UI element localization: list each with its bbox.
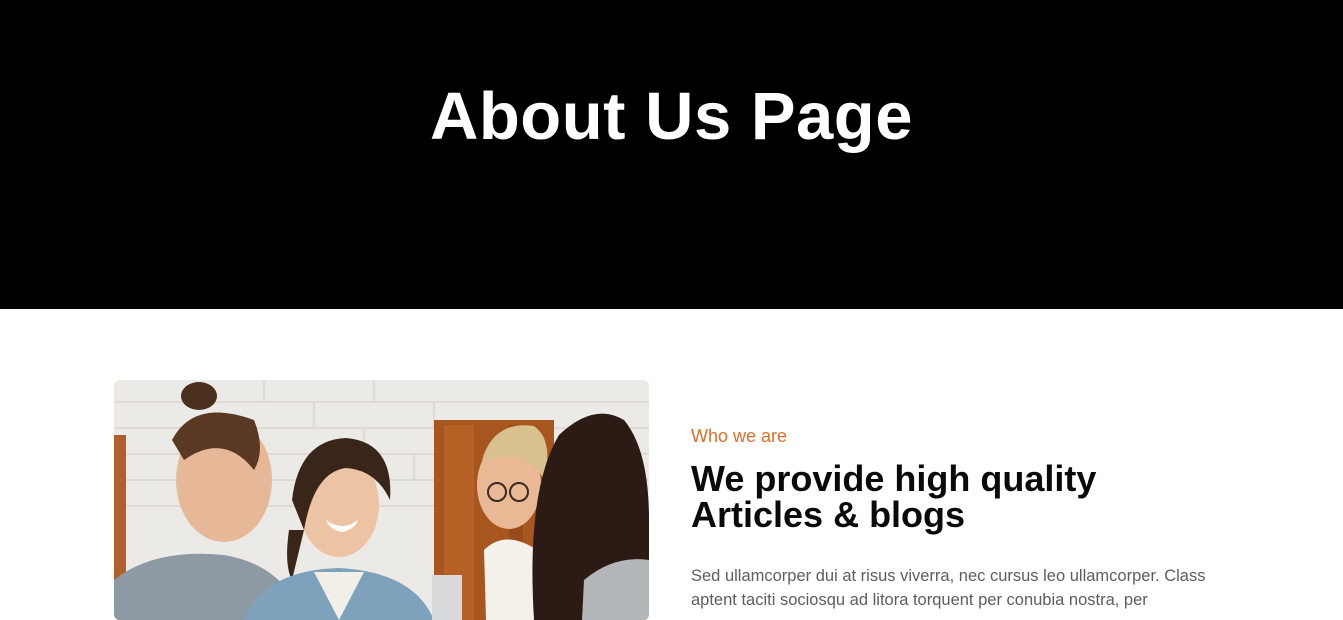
hero-banner: About Us Page	[0, 0, 1343, 309]
section-eyebrow: Who we are	[691, 426, 788, 446]
section-heading-line-2: Articles & blogs	[691, 494, 966, 535]
section-body-text: Sed ullamcorper dui at risus viverra, ne…	[691, 567, 1206, 609]
section-heading-line-1: We provide high quality	[691, 458, 1097, 499]
page-title: About Us Page	[430, 79, 913, 154]
team-photo	[114, 380, 649, 620]
section-heading: We provide high quality Articles & blogs	[691, 461, 1251, 533]
